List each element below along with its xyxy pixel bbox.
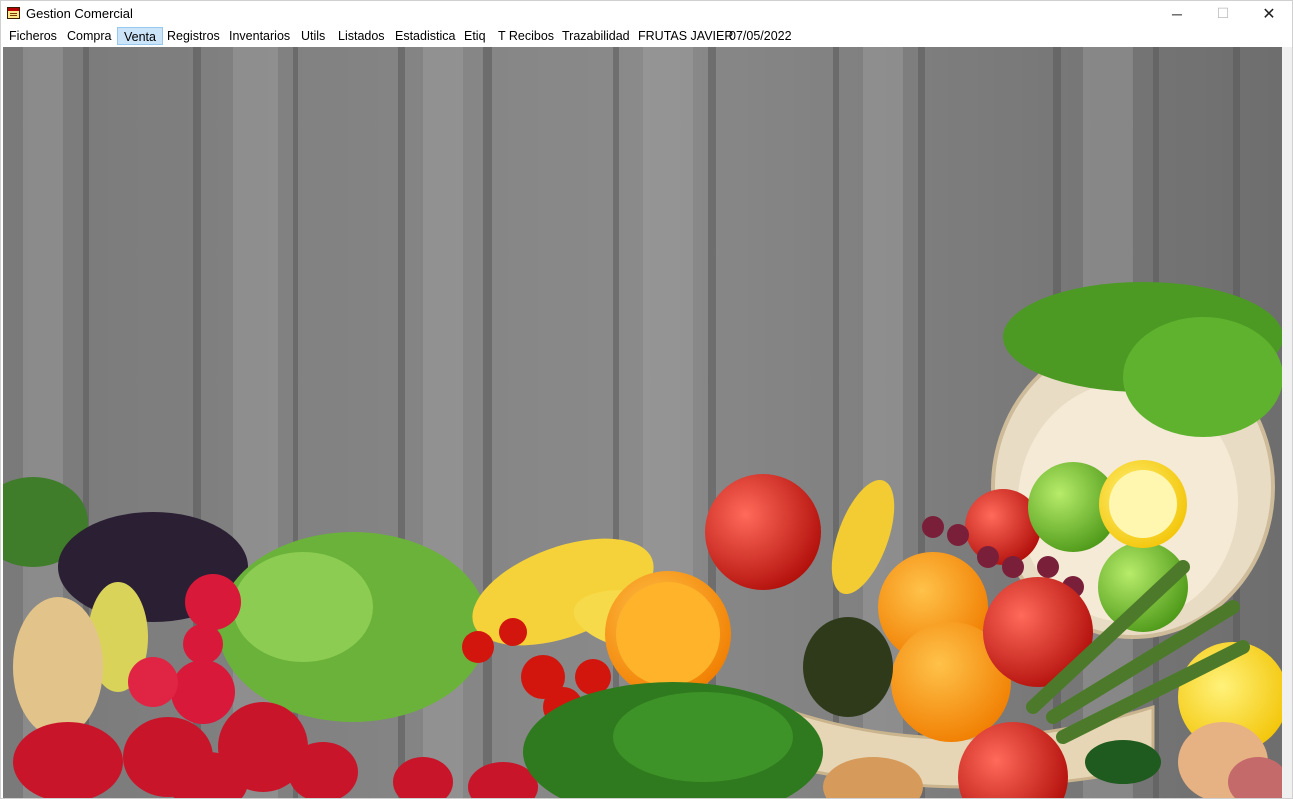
menu-etiq[interactable]: Etiq (464, 27, 486, 45)
company-name: FRUTAS JAVIER (638, 29, 734, 43)
minimize-icon: ─ (1172, 5, 1182, 22)
menu-ficheros[interactable]: Ficheros (9, 27, 57, 45)
app-window: Gestion Comercial ─ ☐ ✕ Ficheros Compra … (0, 0, 1293, 799)
menu-inventarios[interactable]: Inventarios (229, 27, 290, 45)
maximize-button[interactable]: ☐ (1200, 1, 1246, 26)
menu-t-recibos[interactable]: T Recibos (498, 27, 554, 45)
menu-estadistica[interactable]: Estadistica (395, 27, 455, 45)
menu-bar: Ficheros Compra Venta Registros Inventar… (1, 26, 1292, 46)
window-title: Gestion Comercial (26, 6, 133, 21)
menu-trazabilidad[interactable]: Trazabilidad (562, 27, 630, 45)
fruits-vegetables-illustration (3, 47, 1282, 798)
menu-utils[interactable]: Utils (301, 27, 325, 45)
background-image (3, 47, 1282, 798)
session-date: 07/05/2022 (729, 29, 792, 43)
title-bar: Gestion Comercial ─ ☐ ✕ (1, 1, 1292, 26)
maximize-icon: ☐ (1216, 5, 1230, 21)
minimize-button[interactable]: ─ (1154, 1, 1200, 26)
close-button[interactable]: ✕ (1246, 1, 1292, 26)
menu-venta[interactable]: Venta (117, 27, 163, 45)
app-icon (7, 7, 20, 19)
menu-compra[interactable]: Compra (67, 27, 111, 45)
right-edge-strip (1282, 47, 1292, 798)
close-icon: ✕ (1262, 5, 1276, 23)
menu-registros[interactable]: Registros (167, 27, 220, 45)
menu-listados[interactable]: Listados (338, 27, 385, 45)
